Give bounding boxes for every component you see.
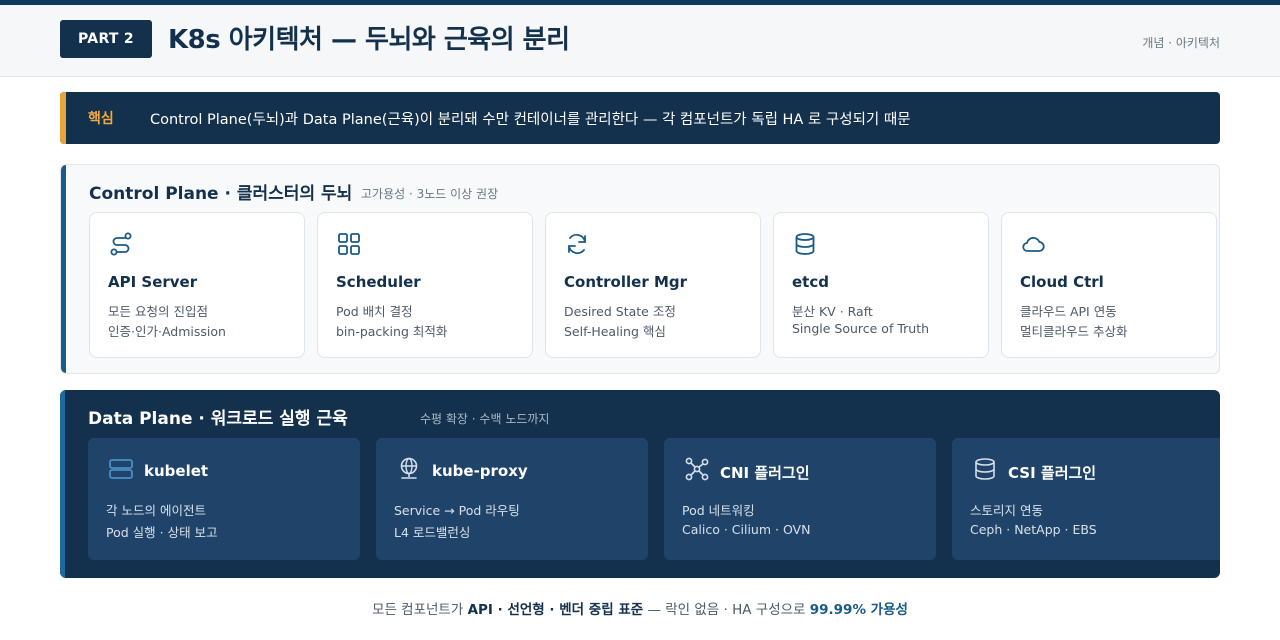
database-icon xyxy=(795,233,815,255)
card-line: Pod 실행 · 상태 보고 xyxy=(106,525,218,540)
card-line: 인증·인가·Admission xyxy=(108,324,226,339)
card-kubelet: kubelet 각 노드의 에이전트 Pod 실행 · 상태 보고 xyxy=(88,438,360,560)
footer-middle: — 락인 없음 · HA 구성으로 xyxy=(643,602,810,618)
network-globe-icon xyxy=(400,457,418,479)
card-etcd: etcd 분산 KV · Raft Single Source of Truth xyxy=(773,212,989,358)
footer-highlight: 99.99% 가용성 xyxy=(809,602,908,618)
footer-summary: 모든 컴포넌트가 API · 선언형 · 벤더 중립 표준 — 락인 없음 · … xyxy=(0,598,1280,618)
card-title: Cloud Ctrl xyxy=(1020,273,1104,291)
card-line: 모든 요청의 진입점 xyxy=(108,304,208,319)
card-controller-mgr: Controller Mgr Desired State 조정 Self-Hea… xyxy=(545,212,761,358)
card-line: 멀티클라우드 추상화 xyxy=(1020,324,1128,339)
card-csi-plugin: CSI 플러그인 스토리지 연동 Ceph · NetApp · EBS xyxy=(952,438,1220,560)
card-kube-proxy: kube-proxy Service → Pod 라우팅 L4 로드밸런싱 xyxy=(376,438,648,560)
card-line: bin-packing 최적화 xyxy=(336,324,448,339)
nodes-icon xyxy=(685,457,709,481)
core-banner: 핵심 Control Plane(두뇌)과 Data Plane(근육)이 분리… xyxy=(60,92,1220,144)
core-text: Control Plane(두뇌)과 Data Plane(근육)이 분리돼 수… xyxy=(150,112,911,128)
card-title: kubelet xyxy=(144,462,209,480)
card-title: Scheduler xyxy=(336,273,421,291)
data-plane-subtitle: 수평 확장 · 수백 노드까지 xyxy=(420,412,550,426)
route-icon xyxy=(110,232,132,256)
card-line: 클라우드 API 연동 xyxy=(1020,304,1117,319)
card-line: Pod 배치 결정 xyxy=(336,304,413,319)
control-plane-title: Control Plane · 클러스터의 두뇌 xyxy=(89,184,353,204)
data-plane-accent xyxy=(60,390,65,578)
part-badge: PART 2 xyxy=(60,20,152,58)
footer-bold: API · 선언형 · 벤더 중립 표준 xyxy=(467,602,644,618)
card-cni-plugin: CNI 플러그인 Pod 네트워킹 Calico · Cilium · OVN xyxy=(664,438,936,560)
server-icon xyxy=(109,459,133,479)
control-plane-subtitle: 고가용성 · 3노드 이상 권장 xyxy=(361,187,499,201)
cloud-icon xyxy=(1022,237,1045,252)
card-scheduler: Scheduler Pod 배치 결정 bin-packing 최적화 xyxy=(317,212,533,358)
card-line: Service → Pod 라우팅 xyxy=(394,503,520,518)
card-api-server: API Server 모든 요청의 진입점 인증·인가·Admission xyxy=(89,212,305,358)
grid-icon xyxy=(338,233,360,255)
card-title: CNI 플러그인 xyxy=(720,464,810,482)
card-line: 각 노드의 에이전트 xyxy=(106,503,206,518)
data-plane-section: Data Plane · 워크로드 실행 근육 수평 확장 · 수백 노드까지 … xyxy=(60,390,1220,578)
page-header: PART 2 K8s 아키텍처 — 두뇌와 근육의 분리 개념 · 아키텍처 xyxy=(0,5,1280,77)
card-line: Ceph · NetApp · EBS xyxy=(970,522,1097,537)
card-line: Desired State 조정 xyxy=(564,304,676,319)
core-label: 핵심 xyxy=(88,111,114,127)
storage-icon xyxy=(975,458,995,480)
card-title: kube-proxy xyxy=(432,462,528,480)
card-line: Self-Healing 핵심 xyxy=(564,324,666,339)
card-line: Pod 네트워킹 xyxy=(682,503,755,518)
card-line: Single Source of Truth xyxy=(792,321,930,336)
card-line: Calico · Cilium · OVN xyxy=(682,522,811,537)
card-cloud-ctrl: Cloud Ctrl 클라우드 API 연동 멀티클라우드 추상화 xyxy=(1001,212,1217,358)
card-line: L4 로드밸런싱 xyxy=(394,525,471,540)
core-accent-bar xyxy=(60,92,66,144)
page-title: K8s 아키텍처 — 두뇌와 근육의 분리 xyxy=(168,25,570,55)
header-breadcrumb: 개념 · 아키텍처 xyxy=(1142,36,1220,50)
card-line: 스토리지 연동 xyxy=(970,503,1043,518)
control-plane-section: Control Plane · 클러스터의 두뇌 고가용성 · 3노드 이상 권… xyxy=(60,164,1220,374)
control-plane-accent xyxy=(61,165,66,373)
card-title: API Server xyxy=(108,273,198,291)
card-title: CSI 플러그인 xyxy=(1008,464,1097,482)
footer-prefix: 모든 컴포넌트가 xyxy=(372,602,468,618)
card-title: etcd xyxy=(792,273,829,291)
data-plane-title: Data Plane · 워크로드 실행 근육 xyxy=(88,409,348,429)
refresh-icon xyxy=(568,234,586,254)
card-line: 분산 KV · Raft xyxy=(792,304,873,319)
card-title: Controller Mgr xyxy=(564,273,688,291)
